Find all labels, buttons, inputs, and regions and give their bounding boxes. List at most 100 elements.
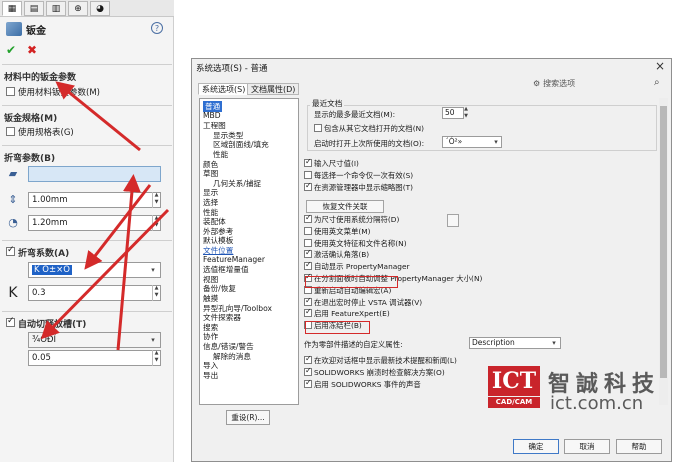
- max-recent-input[interactable]: 50: [442, 107, 464, 119]
- reset-button[interactable]: 重设(R)...: [226, 410, 270, 425]
- separator-settings-button[interactable]: [447, 214, 459, 227]
- cancel-button[interactable]: 取消: [564, 439, 610, 454]
- relief-ratio-input[interactable]: 0.05: [28, 350, 161, 366]
- ok-check-icon[interactable]: ✔: [6, 43, 16, 57]
- sheet-gauge-header[interactable]: 钣金规格(M): [4, 111, 57, 124]
- chevron-down-icon[interactable]: ▾: [147, 263, 159, 277]
- ict-url: ict.com.cn: [550, 393, 644, 414]
- chevron-down-icon[interactable]: ▾: [147, 333, 159, 347]
- dimxpert-tab[interactable]: ⊕: [68, 1, 88, 16]
- cancel-x-icon[interactable]: ✖: [27, 43, 37, 57]
- option-row[interactable]: 输入尺寸值(I): [304, 157, 359, 169]
- use-gauge-table-label: 使用规格表(G): [18, 128, 74, 138]
- property-manager-tab[interactable]: ▤: [24, 1, 44, 16]
- scrollbar-thumb[interactable]: [660, 106, 667, 378]
- appearance-icon: ◕: [96, 3, 104, 14]
- help-icon[interactable]: ?: [151, 22, 163, 34]
- feature-tree-icon: ▦: [7, 3, 17, 14]
- section-divider: [2, 105, 172, 106]
- bend-radius-spinner[interactable]: ▲ ▼: [152, 215, 160, 231]
- display-tab[interactable]: ◕: [90, 1, 110, 16]
- option-checkbox[interactable]: [304, 213, 312, 223]
- k-factor-input[interactable]: 0.3: [28, 285, 161, 301]
- bend-allowance-checkbox[interactable]: [6, 245, 15, 256]
- thickness-input[interactable]: 1.00mm: [28, 192, 161, 208]
- option-checkbox[interactable]: [304, 378, 312, 388]
- option-label: SOLIDWORKS 崩溃时检查解决方案(O): [314, 368, 445, 377]
- fixed-face-icon: ▰: [8, 167, 18, 180]
- fixed-face-field[interactable]: [28, 166, 161, 182]
- feature-tree-tab[interactable]: ▦: [2, 1, 22, 16]
- material-params-header[interactable]: 材料中的钣金参数: [4, 70, 76, 83]
- option-checkbox[interactable]: [304, 260, 312, 271]
- option-checkbox[interactable]: [304, 238, 312, 247]
- chevron-down-icon[interactable]: ▾: [548, 337, 560, 349]
- option-checkbox[interactable]: [304, 171, 312, 179]
- startup-open-label: 启动时打开上次所使用的文档(O):: [314, 139, 425, 148]
- include-other-docs-checkbox[interactable]: [314, 124, 322, 132]
- bend-radius-input[interactable]: 1.20mm: [28, 215, 161, 231]
- option-row[interactable]: 在资源管理器中显示缩略图(T): [304, 181, 413, 193]
- option-row[interactable]: 在退出宏时停止 VSTA 调试器(V): [304, 296, 422, 308]
- search-options-box[interactable]: ⚙ 搜索选项: [533, 77, 667, 89]
- option-row[interactable]: 每选择一个命令仅一次有效(S): [304, 170, 413, 181]
- help-button[interactable]: 帮助: [616, 439, 662, 454]
- tree-item[interactable]: 几何关系/捕捉: [213, 178, 261, 189]
- bend-allowance-type-value: K Ó±×Ó: [32, 265, 72, 275]
- relief-type-select[interactable]: ¾ÓÐÎ: [28, 332, 161, 348]
- crosshair-icon: ⊕: [74, 3, 82, 14]
- configuration-tab[interactable]: ▥: [46, 1, 66, 16]
- panel-title: 钣金: [6, 22, 46, 37]
- option-checkbox[interactable]: [304, 307, 312, 318]
- bend-params-header[interactable]: 折弯参数(B): [4, 151, 55, 164]
- tree-item[interactable]: 解除的消息: [213, 351, 251, 362]
- auto-relief-header[interactable]: 自动切释放槽(T): [18, 317, 86, 330]
- use-gauge-table-checkbox[interactable]: [6, 127, 15, 136]
- use-material-params-checkbox[interactable]: [6, 87, 15, 96]
- option-row[interactable]: 在欢迎对话框中显示最新技术提醒和新闻(L): [304, 354, 457, 366]
- option-label: 为尺寸使用系统分隔符(D): [314, 215, 400, 224]
- descriptor-property-label: 作为零部件描述的自定义属性:: [304, 340, 403, 349]
- thickness-spinner[interactable]: ▲ ▼: [152, 192, 160, 208]
- option-checkbox[interactable]: [304, 248, 312, 259]
- restore-file-association-button[interactable]: 恢复文件关联: [306, 200, 384, 213]
- bend-radius-icon: ◔: [8, 216, 18, 229]
- option-row[interactable]: SOLIDWORKS 崩溃时检查解决方案(O): [304, 366, 445, 378]
- chevron-down-icon[interactable]: ▾: [490, 136, 502, 148]
- include-other-docs-option[interactable]: 包含从其它文档打开的文档(N): [314, 123, 424, 134]
- auto-relief-checkbox[interactable]: [6, 316, 15, 327]
- ok-button[interactable]: 确定: [513, 439, 559, 454]
- relief-ratio-spinner[interactable]: ▲ ▼: [152, 350, 160, 366]
- option-label: 使用英文菜单(M): [314, 226, 371, 236]
- close-icon[interactable]: ×: [655, 59, 665, 73]
- bend-allowance-type-select[interactable]: K Ó±×Ó: [28, 262, 161, 278]
- option-row[interactable]: 激活确认角落(B): [304, 248, 369, 260]
- option-checkbox[interactable]: [304, 354, 312, 364]
- option-row[interactable]: 启用 SOLIDWORKS 事件的声音: [304, 378, 421, 390]
- tree-item[interactable]: FeatureManager: [203, 255, 265, 264]
- tab-document-properties[interactable]: 文档属性(D): [247, 83, 300, 95]
- option-row[interactable]: 为尺寸使用系统分隔符(D): [304, 213, 400, 225]
- option-row[interactable]: 使用英文特征和文件名称(N): [304, 238, 407, 249]
- search-icon[interactable]: ⌕: [654, 77, 660, 88]
- option-row[interactable]: 使用英文菜单(M): [304, 226, 371, 237]
- option-checkbox[interactable]: [304, 366, 312, 376]
- tree-item[interactable]: MBD: [203, 111, 221, 120]
- option-row[interactable]: 启用 FeatureXpert(E): [304, 307, 390, 319]
- bend-allowance-header[interactable]: 折弯系数(A): [18, 246, 69, 259]
- option-label: 启用 FeatureXpert(E): [314, 309, 390, 319]
- option-label: 自动显示 PropertyManager: [314, 262, 410, 272]
- highlight-box: [305, 276, 398, 288]
- option-checkbox[interactable]: [304, 296, 312, 306]
- k-factor-spinner[interactable]: ▲ ▼: [152, 285, 160, 301]
- option-checkbox[interactable]: [304, 157, 312, 167]
- option-checkbox[interactable]: [304, 226, 312, 235]
- tab-system-options[interactable]: 系统选项(S): [198, 83, 250, 95]
- option-label: 启用 SOLIDWORKS 事件的声音: [314, 380, 421, 389]
- max-recent-spinner[interactable]: ▲ ▼: [462, 106, 470, 120]
- option-checkbox[interactable]: [304, 181, 312, 191]
- option-row[interactable]: 自动显示 PropertyManager: [304, 260, 410, 272]
- options-scrollbar[interactable]: [659, 98, 668, 405]
- tree-item[interactable]: 导出: [203, 370, 218, 381]
- section-divider: [2, 311, 172, 312]
